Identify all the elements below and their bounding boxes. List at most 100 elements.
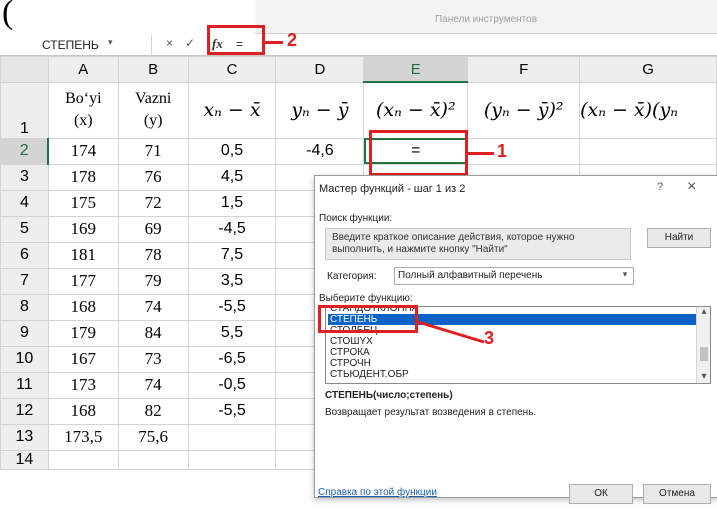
cell-b12[interactable]: 82: [117, 397, 189, 425]
row-header-9[interactable]: 9: [0, 319, 49, 347]
cell-d1[interactable]: yₙ − ȳ: [275, 81, 365, 139]
cell-a2[interactable]: 174: [47, 137, 119, 165]
cell-b11[interactable]: 74: [117, 371, 189, 399]
cell-a1[interactable]: Bo‘yi (x): [47, 81, 119, 139]
toolbar-caption: Панели инструментов: [434, 14, 538, 25]
cell-c5[interactable]: -4,5: [187, 215, 277, 243]
cell-a8[interactable]: 168: [47, 293, 119, 321]
row-header-5[interactable]: 5: [0, 215, 49, 243]
search-label: Поиск функции:: [319, 213, 393, 224]
column-header-a[interactable]: A: [47, 56, 119, 83]
choose-function-label: Выберите функцию:: [319, 293, 413, 304]
function-item[interactable]: СТОШYX: [328, 336, 700, 347]
cell-c12[interactable]: -5,5: [187, 397, 277, 425]
cell-b9[interactable]: 84: [117, 319, 189, 347]
column-header-e[interactable]: E: [363, 56, 469, 83]
category-dropdown-icon[interactable]: ▾: [618, 269, 632, 280]
top-strip: ( Панели инструментов: [0, 0, 717, 34]
row-header-13[interactable]: 13: [0, 423, 49, 451]
column-header-d[interactable]: D: [275, 56, 365, 83]
annotation-label-1: 1: [497, 141, 508, 161]
cell-b5[interactable]: 69: [117, 215, 189, 243]
scroll-thumb[interactable]: [700, 347, 708, 361]
close-icon[interactable]: ×: [687, 178, 696, 196]
cell-a12[interactable]: 168: [47, 397, 119, 425]
cell-a7[interactable]: 177: [47, 267, 119, 295]
cell-c4[interactable]: 1,5: [187, 189, 277, 217]
cell-c6[interactable]: 7,5: [187, 241, 277, 269]
column-header-g[interactable]: G: [579, 56, 717, 83]
cell-f2[interactable]: [467, 137, 581, 165]
row-header-8[interactable]: 8: [0, 293, 49, 321]
function-item[interactable]: СТРОКА: [328, 347, 700, 358]
cell-c3[interactable]: 4,5: [187, 163, 277, 191]
category-select[interactable]: Полный алфавитный перечень: [394, 267, 634, 285]
cell-b10[interactable]: 73: [117, 345, 189, 373]
cell-c11[interactable]: -0,5: [187, 371, 277, 399]
help-icon[interactable]: ?: [657, 181, 663, 193]
cell-g1[interactable]: (xₙ − x̄)(yₙ: [579, 81, 717, 139]
row-header-7[interactable]: 7: [0, 267, 49, 295]
cell-b14[interactable]: [117, 449, 189, 470]
cell-c7[interactable]: 3,5: [187, 267, 277, 295]
annotation-box-2: [207, 25, 265, 55]
row-header-6[interactable]: 6: [0, 241, 49, 269]
cell-c14[interactable]: [187, 449, 277, 470]
cell-c2[interactable]: 0,5: [187, 137, 277, 165]
cell-b8[interactable]: 74: [117, 293, 189, 321]
column-header-f[interactable]: F: [467, 56, 581, 83]
function-syntax: СТЕПЕНЬ(число;степень): [325, 390, 453, 401]
cell-a10[interactable]: 167: [47, 345, 119, 373]
cell-c8[interactable]: -5,5: [187, 293, 277, 321]
scroll-down-icon[interactable]: ▾: [697, 371, 710, 382]
select-all-corner[interactable]: [0, 56, 49, 83]
cell-a13[interactable]: 173,5: [47, 423, 119, 451]
cell-a4[interactable]: 175: [47, 189, 119, 217]
column-header-b[interactable]: B: [117, 56, 189, 83]
function-list-scrollbar[interactable]: ▴ ▾: [696, 307, 710, 383]
cell-c10[interactable]: -6,5: [187, 345, 277, 373]
cell-a11[interactable]: 173: [47, 371, 119, 399]
row-header-1[interactable]: 1: [0, 81, 49, 139]
cell-b2[interactable]: 71: [117, 137, 189, 165]
row-header-12[interactable]: 12: [0, 397, 49, 425]
cell-a14[interactable]: [47, 449, 119, 470]
cell-f1[interactable]: (yₙ − ȳ)²: [467, 81, 581, 139]
row-header-2[interactable]: 2: [0, 137, 50, 165]
function-search-input[interactable]: Введите краткое описание действия, котор…: [325, 228, 631, 260]
row-header-3[interactable]: 3: [0, 163, 49, 191]
function-item[interactable]: СТЬЮДЕНТ.ОБР: [328, 369, 700, 380]
cell-b4[interactable]: 72: [117, 189, 189, 217]
cell-d2[interactable]: -4,6: [275, 137, 365, 165]
cell-b1[interactable]: Vazni (y): [117, 81, 189, 139]
annotation-leader-2: [265, 41, 283, 44]
cell-c13[interactable]: [187, 423, 277, 451]
cell-c1[interactable]: xₙ − x̄: [187, 81, 277, 139]
name-box[interactable]: СТЕПЕНЬ: [2, 35, 152, 55]
scroll-up-icon[interactable]: ▴: [697, 307, 710, 317]
cell-b7[interactable]: 79: [117, 267, 189, 295]
enter-icon[interactable]: ✓: [185, 36, 195, 50]
cell-a5[interactable]: 169: [47, 215, 119, 243]
cell-a3[interactable]: 178: [47, 163, 119, 191]
cell-g2[interactable]: [579, 137, 717, 165]
ok-button[interactable]: ОК: [569, 484, 633, 504]
cancel-icon[interactable]: ×: [166, 36, 173, 50]
function-item[interactable]: СТРОЧН: [328, 358, 700, 369]
find-button[interactable]: Найти: [647, 228, 711, 248]
column-header-c[interactable]: C: [187, 56, 277, 83]
annotation-box-1: [369, 130, 468, 176]
cell-a6[interactable]: 181: [47, 241, 119, 269]
row-header-10[interactable]: 10: [0, 345, 49, 373]
cell-b6[interactable]: 78: [117, 241, 189, 269]
name-box-dropdown-icon[interactable]: ▾: [108, 37, 113, 48]
cell-b13[interactable]: 75,6: [117, 423, 189, 451]
cancel-button[interactable]: Отмена: [643, 484, 711, 504]
function-help-link[interactable]: Справка по этой функции: [318, 487, 437, 498]
cell-a9[interactable]: 179: [47, 319, 119, 347]
row-header-14[interactable]: 14: [0, 449, 49, 470]
row-header-4[interactable]: 4: [0, 189, 49, 217]
cell-c9[interactable]: 5,5: [187, 319, 277, 347]
row-header-11[interactable]: 11: [0, 371, 49, 399]
cell-b3[interactable]: 76: [117, 163, 189, 191]
